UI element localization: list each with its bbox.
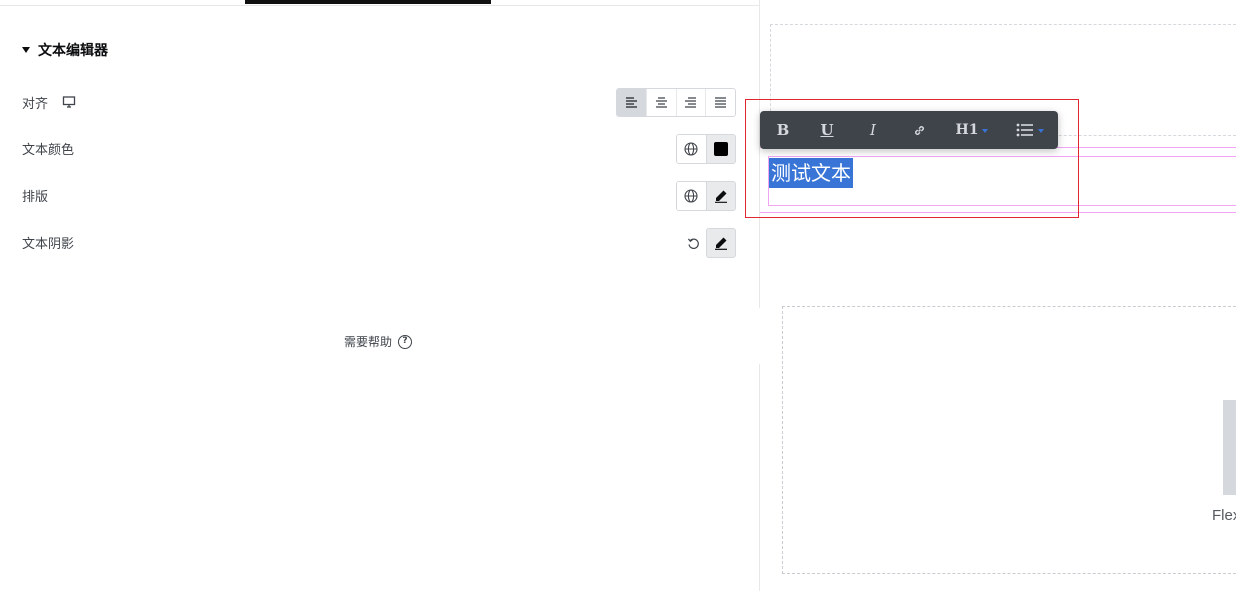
active-tab-indicator	[245, 0, 491, 4]
desktop-icon[interactable]	[62, 95, 76, 109]
color-swatch	[713, 142, 728, 156]
align-center-button[interactable]	[646, 89, 677, 116]
section-header-text-editor[interactable]: 文本编辑器	[22, 40, 108, 60]
reset-button[interactable]	[683, 234, 703, 252]
globe-icon	[684, 189, 699, 203]
typography-label: 排版	[22, 189, 49, 205]
reset-icon	[687, 237, 699, 249]
caret-down-icon	[22, 47, 30, 53]
text-shadow-row-label: 文本阴影	[22, 232, 74, 252]
align-right-button[interactable]	[676, 89, 707, 116]
typography-control	[676, 181, 736, 211]
align-label: 对齐	[22, 96, 49, 112]
align-left-button[interactable]	[617, 89, 647, 116]
align-right-icon	[685, 97, 697, 108]
text-shadow-label: 文本阴影	[22, 236, 75, 252]
align-control	[616, 88, 736, 117]
editor-panel: 文本编辑器 对齐 文本颜色 排版 文本阴影 需要帮助 ?	[0, 0, 760, 591]
empty-flex-container[interactable]	[782, 306, 1236, 574]
typography-row-label: 排版	[22, 185, 48, 205]
help-icon: ?	[398, 334, 413, 349]
align-center-icon	[655, 97, 667, 108]
align-row-label: 对齐	[22, 92, 76, 112]
section-title: 文本编辑器	[38, 43, 108, 59]
align-justify-button[interactable]	[706, 89, 735, 116]
text-color-label: 文本颜色	[22, 142, 75, 158]
text-color-control	[676, 134, 736, 164]
pencil-icon	[715, 237, 727, 250]
globe-icon	[684, 142, 699, 156]
global-colors-button[interactable]	[677, 135, 706, 163]
align-justify-icon	[715, 97, 727, 108]
highlight-annotation-box	[745, 99, 1079, 218]
tab-divider	[0, 5, 760, 6]
pencil-icon	[714, 190, 727, 203]
flex-container-thumbnail[interactable]	[1223, 400, 1236, 495]
text-shadow-edit-button[interactable]	[706, 228, 736, 258]
typography-edit-button[interactable]	[705, 182, 735, 210]
help-label: 需要帮助	[344, 335, 393, 349]
text-color-row-label: 文本颜色	[22, 138, 74, 158]
align-left-icon	[625, 97, 637, 108]
help-link[interactable]: 需要帮助 ?	[344, 333, 413, 350]
color-picker-button[interactable]	[705, 135, 735, 163]
global-fonts-button[interactable]	[677, 182, 706, 210]
flex-container-label: Flex	[1212, 507, 1236, 524]
